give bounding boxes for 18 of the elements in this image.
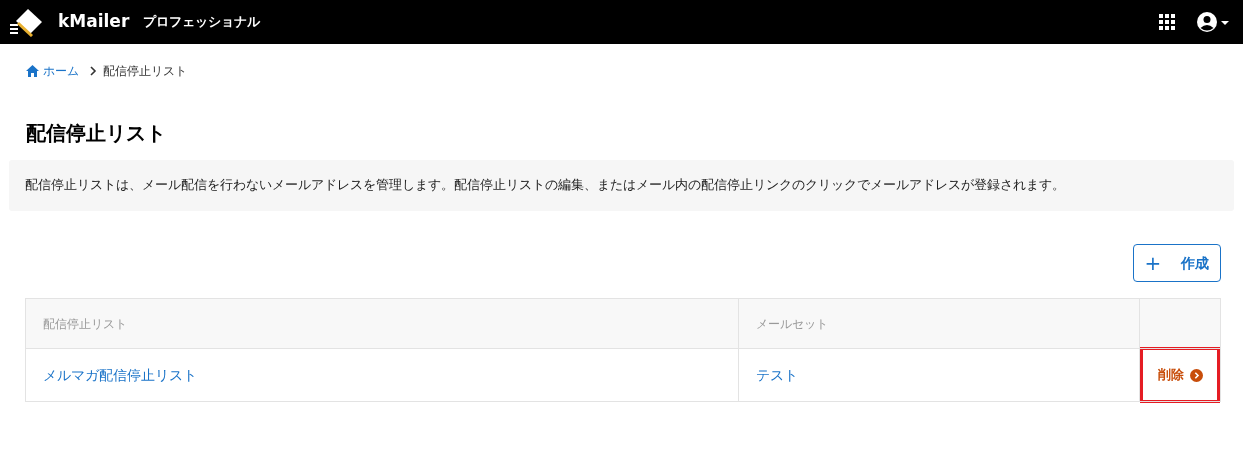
info-text: 配信停止リストは、メール配信を行わないメールアドレスを管理します。配信停止リストの編集、またはメール内の配信停止リンクのクリックでメールアドレスが登録されます。	[25, 176, 1065, 195]
column-header: メールセット	[738, 298, 1140, 349]
logo-icon	[8, 7, 44, 37]
mail-set-link[interactable]: テスト	[756, 366, 798, 383]
page-title: 配信停止リスト	[25, 120, 167, 147]
chevron-circle-icon	[1189, 368, 1203, 382]
list-link[interactable]: メルマガ配信停止リスト	[43, 366, 197, 383]
breadcrumb-current: 配信停止リスト	[103, 63, 187, 80]
apps-grid-icon[interactable]	[1159, 14, 1175, 30]
brand-name: kMailer	[58, 10, 130, 34]
plus-icon: +	[1144, 253, 1162, 273]
edition-label: プロフェッショナル	[143, 13, 261, 32]
breadcrumb-link[interactable]: ホーム	[43, 62, 79, 80]
chevron-right-icon	[89, 66, 97, 76]
create-button[interactable]: + 作成	[1133, 244, 1221, 282]
column-header: 配信停止リスト	[25, 298, 739, 349]
home-icon	[26, 65, 39, 77]
account-icon[interactable]	[1197, 12, 1229, 32]
